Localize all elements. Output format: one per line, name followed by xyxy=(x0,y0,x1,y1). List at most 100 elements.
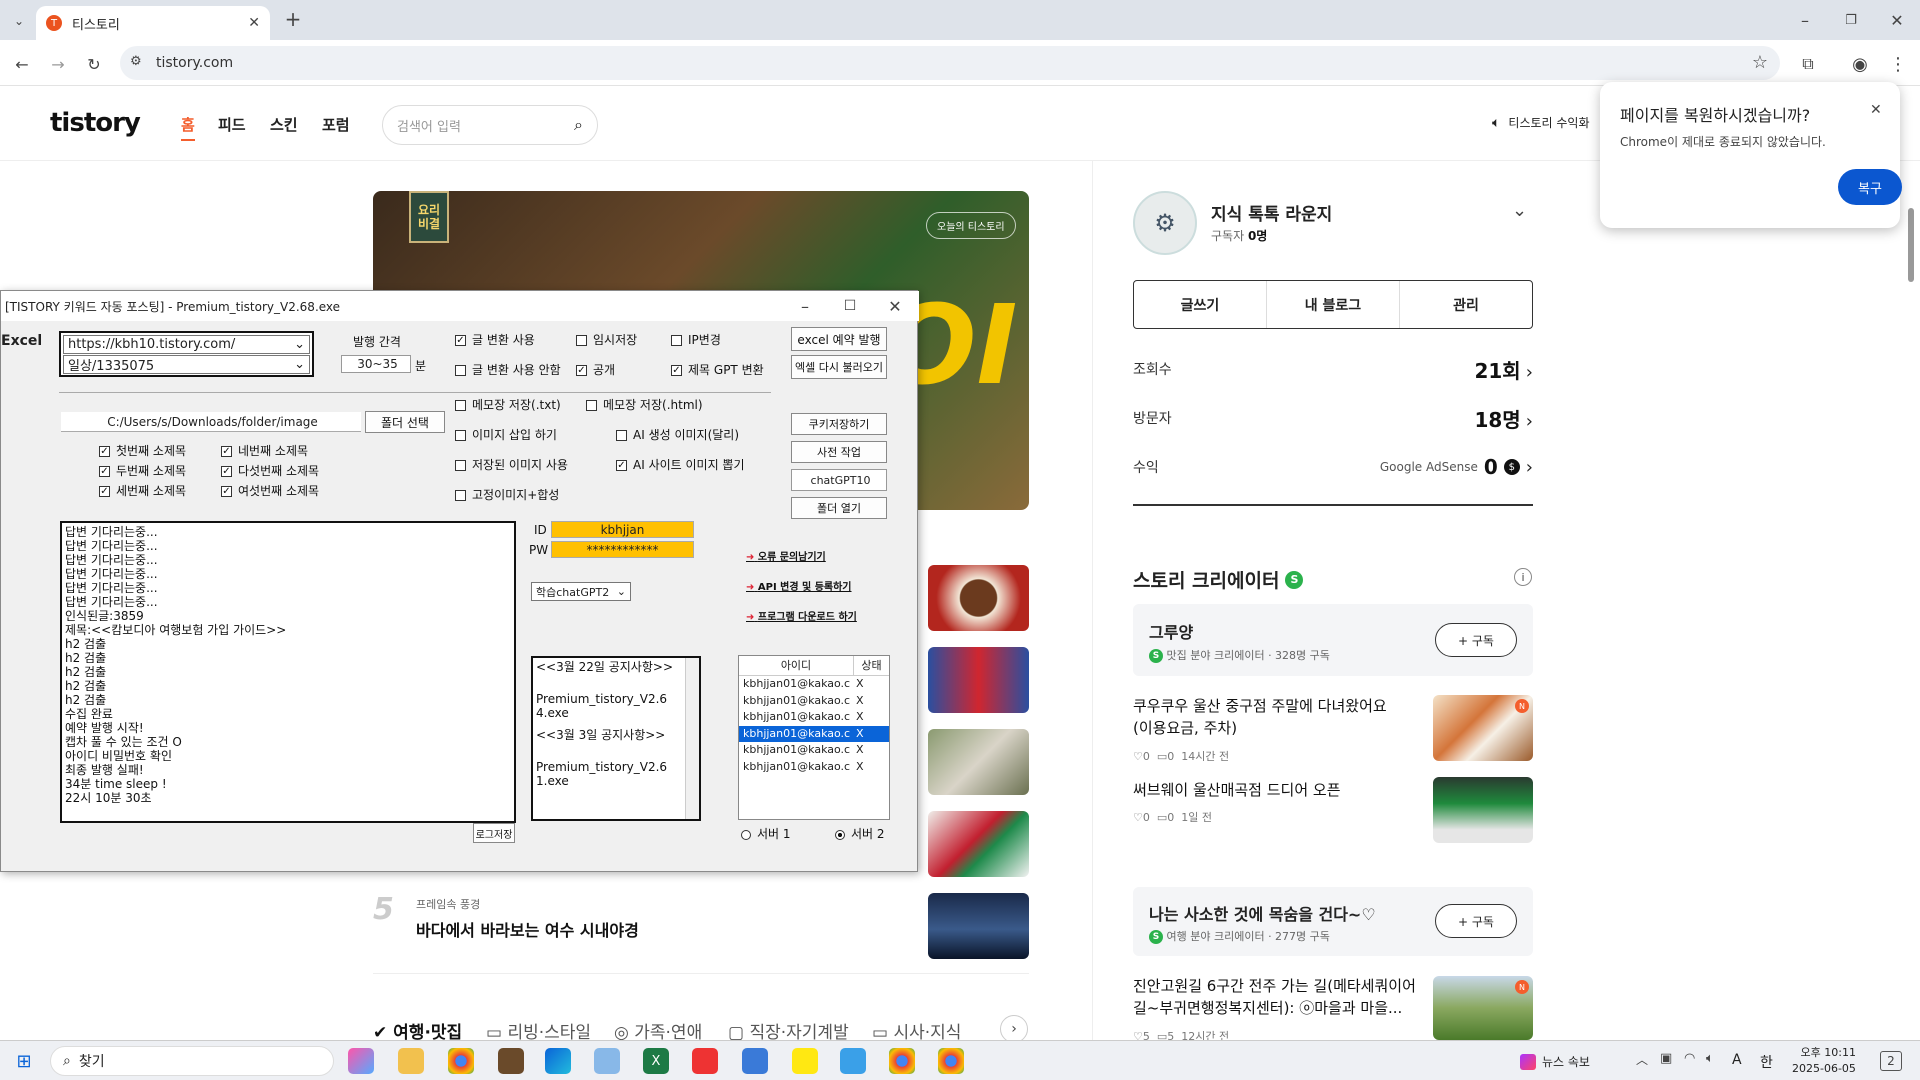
edge-icon[interactable] xyxy=(545,1048,571,1074)
tray-chevron-icon[interactable]: ︿ xyxy=(1636,1051,1648,1068)
option-ai-image-dalle[interactable]: AI 생성 이미지(달리) xyxy=(616,426,739,443)
stat-revenue[interactable]: 수익 Google AdSense 0 $ › xyxy=(1133,448,1533,486)
notice-scrollbar[interactable] xyxy=(685,658,699,819)
folder-select-button[interactable]: 폴더 선택 xyxy=(365,411,445,433)
manage-button[interactable]: 관리 xyxy=(1400,281,1532,328)
thumbnail-image[interactable] xyxy=(928,565,1029,631)
blog-avatar[interactable]: ⚙ xyxy=(1133,191,1197,255)
chevron-down-icon[interactable]: ⌄ xyxy=(1512,200,1527,221)
blog-name[interactable]: 지식 톡톡 라운지 xyxy=(1211,200,1332,225)
option-title-gpt[interactable]: ✓ 제목 GPT 변환 xyxy=(671,361,764,378)
api-register-link[interactable]: ➜ API 변경 및 등록하기 xyxy=(746,578,852,593)
option-temp-save[interactable]: 임시저장 xyxy=(576,331,637,348)
post-title[interactable]: 써브웨이 울산매곡점 드디어 오픈 xyxy=(1133,779,1403,800)
post-thumbnail[interactable] xyxy=(1433,777,1533,843)
account-row[interactable]: kbhjjan01@kakao.c X xyxy=(739,676,889,693)
nav-skin[interactable]: 스킨 xyxy=(270,114,298,135)
id-field[interactable]: kbhjjan xyxy=(551,521,694,538)
subtitle-1[interactable]: ✓ 첫번째 소제목 xyxy=(99,442,186,459)
pre-work-button[interactable]: 사전 작업 xyxy=(791,441,887,463)
excel-icon[interactable]: X xyxy=(643,1048,669,1074)
account-row[interactable]: kbhjjan01@kakao.c X xyxy=(739,693,889,710)
subtitle-3[interactable]: ✓ 세번째 소제목 xyxy=(99,482,186,499)
nav-home[interactable]: 홈 xyxy=(181,114,195,141)
file-explorer-icon[interactable] xyxy=(398,1048,424,1074)
program-download-link[interactable]: ➜ 프로그램 다운로드 하기 xyxy=(746,608,857,623)
account-row[interactable]: kbhjjan01@kakao.c X xyxy=(739,759,889,776)
chrome-icon[interactable] xyxy=(889,1048,915,1074)
excel-schedule-button[interactable]: excel 예약 발행 xyxy=(791,327,887,351)
option-ai-site-image[interactable]: ✓ AI 사이트 이미지 뽑기 xyxy=(616,456,745,473)
chrome-icon[interactable] xyxy=(448,1048,474,1074)
thumbnail-image[interactable] xyxy=(928,893,1029,959)
account-row[interactable]: kbhjjan01@kakao.c X xyxy=(739,725,889,742)
restore-window-icon[interactable]: ❐ xyxy=(1838,8,1864,32)
excel-reload-button[interactable]: 엑셀 다시 불러오기 xyxy=(791,355,887,379)
search-icon[interactable]: ⌕ xyxy=(574,115,583,135)
option-memo-html[interactable]: 메모장 저장(.html) xyxy=(586,396,703,413)
kakaotalk-icon[interactable] xyxy=(792,1048,818,1074)
thumbnail-image[interactable] xyxy=(928,811,1029,877)
option-no-convert[interactable]: 글 변환 사용 안함 xyxy=(455,361,561,378)
browser-tab[interactable]: T 티스토리 ✕ xyxy=(36,6,270,40)
chrome-icon[interactable] xyxy=(938,1048,964,1074)
subtitle-4[interactable]: ✓ 네번째 소제목 xyxy=(221,442,308,459)
news-widget[interactable]: 뉴스 속보 xyxy=(1520,1053,1590,1070)
server-1-radio[interactable]: 서버 1 xyxy=(741,825,791,842)
nav-forum[interactable]: 포럼 xyxy=(322,114,350,135)
stat-views[interactable]: 조회수 21회 › xyxy=(1133,350,1533,388)
profile-icon[interactable]: ◉ xyxy=(1848,52,1872,76)
extensions-icon[interactable]: ⧉ xyxy=(1796,52,1820,76)
subtitle-6[interactable]: ✓ 여섯번째 소제목 xyxy=(221,482,319,499)
tistory-search-box[interactable]: 검색어 입력 ⌕ xyxy=(382,105,598,145)
address-bar[interactable]: ⚙ tistory.com ☆ xyxy=(120,46,1780,80)
volume-icon[interactable]: 🔈︎ xyxy=(1706,1051,1714,1066)
taskbar-search[interactable]: ⌕ 찾기 xyxy=(50,1046,334,1076)
stat-visitors[interactable]: 방문자 18명 › xyxy=(1133,399,1533,437)
ime-mode[interactable]: A xyxy=(1732,1052,1742,1068)
category-next-icon[interactable]: › xyxy=(1000,1015,1028,1043)
option-fixed-image[interactable]: 고정이미지+합성 xyxy=(455,486,559,503)
reload-icon[interactable]: ↻ xyxy=(82,52,106,76)
tray-app-icon[interactable]: ▣ xyxy=(1660,1051,1672,1066)
post-title[interactable]: 진안고원길 6구간 전주 가는 길(메타세쿼이어길~부귀면행정복지센터): ⓞ마… xyxy=(1133,975,1423,1019)
clock[interactable]: 오후 10:11 2025-06-05 xyxy=(1792,1045,1856,1077)
app-icon[interactable] xyxy=(840,1048,866,1074)
app-minimize-icon[interactable]: – xyxy=(791,295,819,317)
option-insert-image[interactable]: 이미지 삽입 하기 xyxy=(455,426,557,443)
new-tab-button[interactable]: + xyxy=(282,7,304,31)
open-folder-button[interactable]: 폴더 열기 xyxy=(791,497,887,519)
info-icon[interactable]: i xyxy=(1514,568,1532,586)
notice-bar[interactable]: 🔈︎ 티스토리 수익화 xyxy=(1492,114,1590,131)
minimize-icon[interactable]: – xyxy=(1792,8,1818,32)
account-row[interactable]: kbhjjan01@kakao.c X xyxy=(739,742,889,759)
app-icon[interactable] xyxy=(498,1048,524,1074)
back-icon[interactable]: ← xyxy=(10,52,34,76)
tab-search-icon[interactable]: ⌄ xyxy=(8,10,30,32)
error-report-link[interactable]: ➜ 오류 문의남기기 xyxy=(746,548,826,563)
subscribe-button[interactable]: + 구독 xyxy=(1435,904,1517,938)
account-row[interactable]: kbhjjan01@kakao.c X xyxy=(739,709,889,726)
restore-button[interactable]: 복구 xyxy=(1838,169,1902,205)
app-maximize-icon[interactable]: ☐ xyxy=(836,295,864,317)
list-title[interactable]: 바다에서 바라보는 여수 시내야경 xyxy=(416,917,639,941)
creator-card[interactable]: 그루양 S 맛집 분야 크리에이터 · 328명 구독 + 구독 xyxy=(1133,604,1533,676)
option-public[interactable]: ✓ 공개 xyxy=(576,361,615,378)
tistory-logo[interactable]: tistory xyxy=(50,108,141,138)
close-window-icon[interactable]: ✕ xyxy=(1884,8,1910,32)
app-icon[interactable] xyxy=(692,1048,718,1074)
subtitle-2[interactable]: ✓ 두번째 소제목 xyxy=(99,462,186,479)
blog-url-combo[interactable]: https://kbh10.tistory.com/⌄ xyxy=(63,335,310,354)
ime-language[interactable]: 한 xyxy=(1760,1052,1773,1072)
tab-close-icon[interactable]: ✕ xyxy=(248,15,260,31)
my-blog-button[interactable]: 내 블로그 xyxy=(1267,281,1400,328)
option-memo-txt[interactable]: 메모장 저장(.txt) xyxy=(455,396,561,413)
option-text-convert[interactable]: ✓ 글 변환 사용 xyxy=(455,331,535,348)
page-scrollbar[interactable] xyxy=(1908,208,1914,282)
app-icon[interactable] xyxy=(742,1048,768,1074)
thumbnail-image[interactable] xyxy=(928,647,1029,713)
interval-input[interactable]: 30~35 xyxy=(341,355,411,373)
thumbnail-image[interactable] xyxy=(928,729,1029,795)
bookmark-star-icon[interactable]: ☆ xyxy=(1752,52,1768,73)
app-icon[interactable] xyxy=(594,1048,620,1074)
